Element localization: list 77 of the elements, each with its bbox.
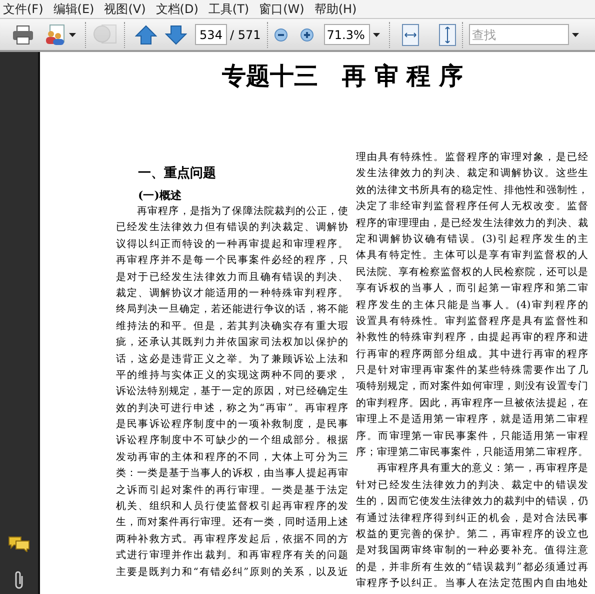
text-line: 设置具有特殊性。审判监督程序是具有监督性和 [356,314,588,329]
menu-item[interactable]: 视图(V) [101,0,149,18]
text-line: 程序的审理理由，是已经发生法律效力的判决、裁 [356,216,588,231]
arrow-up-icon[interactable] [135,24,157,44]
text-line: 针对已经发生法律效力的判决、裁定中的错误发 [356,478,588,493]
document-title: 专题十三 再 审 程 序 [222,62,464,90]
caret-icon[interactable] [372,32,380,36]
text-line: 补救性的特殊审判程序，由提起再审的程序和进 [356,330,588,346]
text-line: 有通过法律程序得到纠正的机会，是对合法民事 [356,512,588,526]
text-line: 再审程序并不是每一个民事案件必经的程序，只 [116,254,348,268]
comments-icon[interactable] [8,536,30,552]
text-line: 权益的更完善的保护。第二，再审程序的设立也 [356,528,588,542]
text-line: 审理上不是适用第一审程序，就是适用第二审程 [356,412,588,428]
text-line: 体具有特定性。主体可以是享有审判监督权的人 [356,248,588,264]
zoom-field[interactable]: 71.3% [324,24,370,45]
menu-item[interactable]: 帮助(H) [311,0,360,18]
text-line: 之诉而引起对案件的再行审理。一类是基于法定 [116,484,348,498]
text-line: 行再审的程序两部分组成。其中进行再审的程序 [356,348,588,362]
arrow-down-icon[interactable] [165,24,187,44]
text-line: 诉讼程序制度中不可缺少的一个组成部分。根据 [116,434,348,448]
text-line: 程序发生的主体只能是当事人。(4)审判程序的 [356,298,588,313]
text-line: 的是，并非所有生效的“错误裁判”都必须通过再 [356,560,588,575]
fit-page-icon[interactable] [438,24,456,46]
text-line: 裁定、调解协议才能适用的一种特殊审判程序。 [116,286,348,301]
text-line: 诉讼法特别规定，基于一定的原因，对已经确定生 [116,384,348,400]
caret-icon[interactable] [69,32,76,36]
menu-item[interactable]: 窗口(W) [256,0,308,18]
text-line: 定和调解协议确有错误。(3)引起程序发生的主 [356,232,588,247]
menu-item[interactable]: 文档(D) [152,0,202,18]
fit-width-icon[interactable] [402,24,419,46]
text-line: 终局判决一旦确定，若还能进行争议的话，将不能 [116,302,348,318]
text-line: 平的维持与实体正义的实现这两种不同的要求， [116,368,348,383]
zoom-in-icon[interactable] [300,28,314,42]
text-line: 议得以纠正而特设的一种再审提起和审理程序。 [116,238,348,252]
search-field[interactable]: 查找 [468,24,569,45]
text-line: 式进行审理并作出裁判。和再审程序有关的问题 [116,548,348,564]
text-line: 民法院、享有检察监督权的人民检察院，还可以是 [356,266,588,280]
text-line: 只是针对审理再审案件的某些特殊需要作出了几 [356,364,588,378]
text-line: 类：一类是基于当事人的诉权，由当事人提起再审 [116,466,348,482]
people-icon[interactable] [44,24,66,46]
text-line: 序。而审理第一审民事案件，只能适用第一审程 [356,430,588,444]
zoom-out-icon[interactable] [274,28,288,42]
text-line: 是对我国两审终审制的一种必要补充。值得注意 [356,544,588,558]
text-line: 话，这必是违背正义之举。为了兼顾诉讼上法和 [116,352,348,367]
subheading: (一)概述 [138,188,182,204]
text-line: 是民事诉讼程序制度中的一项补救制度，是民事 [116,418,348,432]
text-line: 效的判决可进行申述，称之为“再审”。再审程序 [116,402,348,416]
menu-item[interactable]: 编辑(E) [50,0,98,18]
paperclip-icon[interactable] [13,570,25,590]
caret-icon[interactable] [572,32,579,36]
text-line: 是对于已经发生法律效力而且确有错误的判决、 [116,270,348,285]
text-line: 审程序予以纠正。当事人在法定范围内自由地处 [356,576,588,592]
text-line: 的审判程序。因此，再审程序一旦被依法提起，在 [356,396,588,411]
page-field[interactable]: 534 [195,24,227,45]
text-line: 机关、组织和人员行使监督权引起再审程序的发 [116,500,348,514]
text-line: 维持法的和平。但是，若其判决确实存有重大瑕 [116,320,348,334]
text-line: 生，而对案件再行审理。还有一类，同时适用上述 [116,516,348,530]
text-line: 再审程序，是指为了保障法院裁判的公正，使 [137,204,348,219]
text-line: 再审程序具有重大的意义：第一，再审程序是 [377,462,588,476]
text-line: 疵，还承认其既判力并依国家司法权加以保护的 [116,336,348,350]
text-line: 发动再审的主体和程序的不同，大体上可分为三 [116,450,348,465]
text-line: 主要是既判力和“有错必纠”原则的关系，以及近 [116,566,348,580]
text-line: 已经发生法律效力但有错误的判决裁定、调解协 [116,220,348,236]
page-total: / 571 [230,26,261,44]
text-line: 决定了非经审判监督程序任何人无权改变。监督 [356,200,588,214]
text-line: 序；审理第二审民事案件，只能适用第二审程序。 [356,446,588,460]
text-line: 生的，因而它使发生法律效力的裁判中的错误，仍 [356,494,588,510]
text-line: 理由具有特殊性。监督程序的审理对象，是已经 [356,150,588,165]
text-line: 项特别规定，而对案件如何审理，则没有设置专门 [356,380,588,394]
text-line: 享有诉权的当事人，而引起第一审程序和第二审 [356,282,588,296]
text-line: 两种补救方式。再审程序发起后，依据不同的方 [116,532,348,547]
text-line: 效的法律文书所具有的稳定性、排他性和强制性， [356,184,588,198]
text-line: 发生法律效力的判决、裁定和调解协议。这些生 [356,166,588,182]
menu-item[interactable]: 工具(T) [205,0,252,18]
section-heading: 一、重点问题 [138,164,217,183]
menu-item[interactable]: 文件(F) [0,0,46,18]
print-icon[interactable] [12,24,34,44]
